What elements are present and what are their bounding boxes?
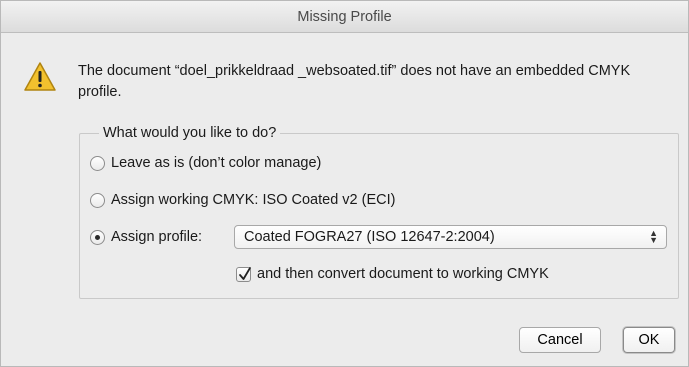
options-group-legend: What would you like to do? [99, 124, 281, 142]
option-assign-profile-label: Assign profile: [111, 229, 203, 245]
option-leave-as-is[interactable]: Leave as is (don’t color manage) [90, 152, 321, 174]
option-assign-working-cmyk-label: Assign working CMYK: ISO Coated v2 (ECI) [111, 192, 396, 208]
convert-option[interactable]: and then convert document to working CMY… [236, 263, 549, 285]
cancel-button[interactable]: Cancel [519, 327, 601, 353]
convert-checkbox[interactable] [236, 266, 251, 282]
radio-assign-working-cmyk[interactable] [90, 192, 105, 208]
dialog-title: Missing Profile [1, 1, 688, 33]
option-assign-working-cmyk[interactable]: Assign working CMYK: ISO Coated v2 (ECI) [90, 189, 395, 211]
checkmark-icon [239, 266, 251, 280]
warning-icon [23, 61, 57, 93]
profile-select-value: Coated FOGRA27 (ISO 12647-2:2004) [244, 229, 495, 245]
profile-select[interactable]: Coated FOGRA27 (ISO 12647-2:2004) ▲ ▼ [234, 225, 667, 249]
radio-assign-profile[interactable] [90, 229, 105, 245]
missing-profile-dialog: Missing Profile The document “doel_prikk… [0, 0, 689, 367]
ok-button[interactable]: OK [623, 327, 675, 353]
missing-profile-message: The document “doel_prikkeldraad _websoat… [78, 63, 631, 100]
convert-checkbox-label: and then convert document to working CMY… [257, 266, 549, 282]
radio-leave-as-is[interactable] [90, 155, 105, 171]
option-leave-as-is-label: Leave as is (don’t color manage) [111, 155, 322, 171]
option-assign-profile[interactable]: Assign profile: [90, 226, 202, 248]
updown-arrows-icon: ▲ ▼ [649, 228, 658, 245]
